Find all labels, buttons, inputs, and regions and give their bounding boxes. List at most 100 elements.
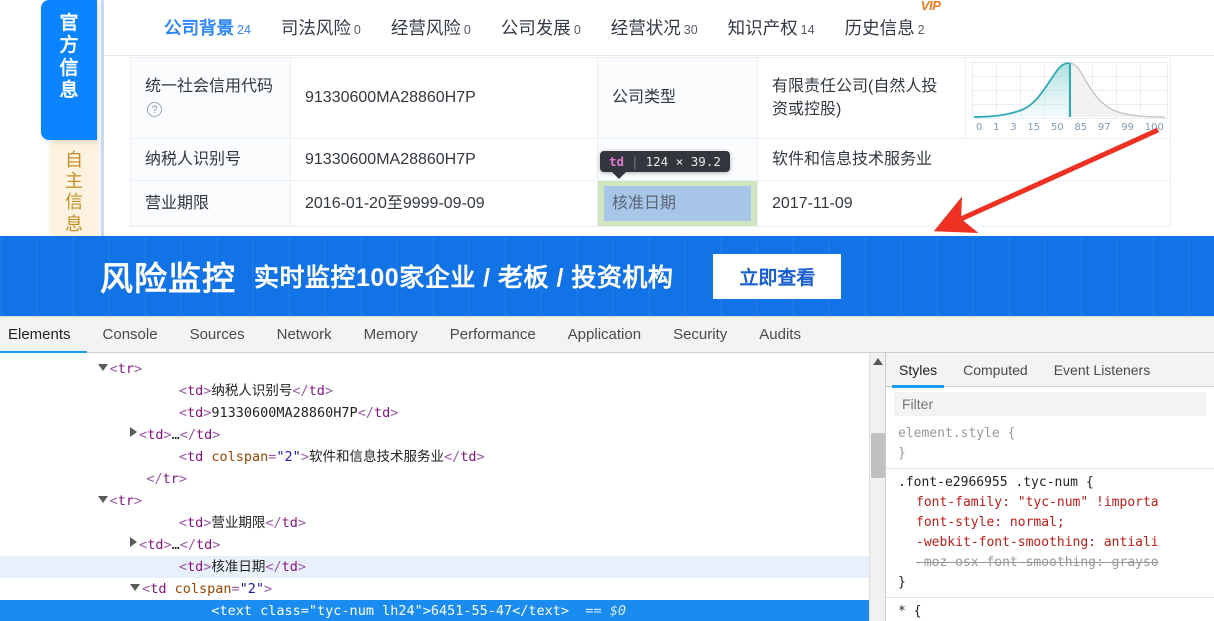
css-rule-block[interactable]: * { [886,597,1214,621]
help-icon[interactable]: ? [147,102,162,117]
devtools-tab-performance[interactable]: Performance [434,317,552,353]
dom-tree-line[interactable]: <td colspan="2">软件和信息技术服务业</td> [0,446,885,468]
css-rule-block[interactable]: .font-e2966955 .tyc-num { font-family: "t… [886,468,1214,597]
devtools-body: <tr> <td>纳税人识别号</td> <td>91330600MA28860… [0,353,1214,621]
styles-filter-input[interactable] [894,392,1206,416]
dom-token-tag: td [460,449,477,465]
tab-historical-info[interactable]: 历史信息 2 VIP [845,0,941,40]
tab-judicial-risk[interactable]: 司法风险 0 [281,15,361,40]
dom-token-tag: td [186,449,204,465]
scroll-up-arrow-icon[interactable] [873,358,883,365]
dom-token-punct: > [560,603,570,619]
scrollbar-thumb[interactable] [871,433,885,478]
css-selector: * { [898,604,922,619]
css-selector: .font-e2966955 .tyc-num { [898,475,1094,490]
expand-triangle-down-icon[interactable] [97,496,108,503]
styles-tabbar: Styles Computed Event Listeners [886,353,1214,388]
side-tab-self-info[interactable]: 自 主 信 息 [49,140,99,236]
tab-count: 24 [237,23,251,37]
tab-count: 0 [463,23,471,37]
marker-spacer [130,471,146,487]
devtools-tab-application[interactable]: Application [552,317,657,353]
css-rule-close-brace: } [898,446,906,461]
devtools-tab-network[interactable]: Network [261,317,348,353]
dom-tree-line[interactable]: <text class="tyc-num lh24">6451-55-47</t… [0,600,885,621]
dom-token-tag: td [308,383,325,399]
dom-token-punct: </ [179,537,196,553]
expand-triangle-down-icon[interactable] [130,584,141,591]
dom-token-punct: > [300,449,309,465]
dom-tree-line[interactable]: <td>核准日期</td> [0,556,885,578]
tab-company-development[interactable]: 公司发展 0 [501,15,581,40]
css-declaration[interactable]: font-style: normal; [898,513,1214,533]
css-declaration[interactable]: -moz-osx-font-smoothing: grayso [898,553,1214,573]
marker-spacer [195,603,211,619]
dom-token-eq: == $0 [569,603,626,619]
dom-tree-line[interactable]: </tr> [0,468,885,490]
dom-tree-line[interactable]: <td>营业期限</td> [0,512,885,534]
dom-token-txt: 软件和信息技术服务业 [308,449,444,465]
dom-tree-line[interactable]: <tr> [0,358,885,380]
cell-approval-date-label-inspected[interactable]: 核准日期 [597,180,758,228]
side-tab-char: 息 [59,80,79,102]
devtools-tab-security[interactable]: Security [657,317,743,353]
devtools-tab-sources[interactable]: Sources [174,317,261,353]
styles-tab-computed[interactable]: Computed [950,353,1041,387]
expand-triangle-right-icon[interactable] [130,537,138,547]
dom-tree-pane[interactable]: <tr> <td>纳税人识别号</td> <td>91330600MA28860… [0,353,885,621]
side-tab-char: 自 [65,150,83,170]
dom-token-attr: colspan [174,581,232,597]
dom-tree-line[interactable]: <td>…</td> [0,534,885,556]
styles-pane: Styles Computed Event Listeners element.… [885,353,1214,621]
devtools-tab-audits[interactable]: Audits [743,317,817,353]
dom-tree-line[interactable]: <td colspan="2"> [0,578,885,600]
marker-spacer [163,449,179,465]
dom-token-txt: 核准日期 [211,559,266,575]
tooltip-tag-name: td [609,154,625,169]
tab-operation-status[interactable]: 经营状况 30 [611,15,698,40]
devtools-tab-console[interactable]: Console [87,317,174,353]
dom-tree-scrollbar[interactable] [869,353,885,621]
element-inspect-tooltip: td | 124 × 39.2 [600,151,730,179]
styles-tab-event-listeners[interactable]: Event Listeners [1041,353,1164,387]
dom-tree-line[interactable]: <tr> [0,490,885,512]
tab-company-background[interactable]: 公司背景 24 [164,15,251,40]
dom-token-tag: td [281,515,298,531]
cell-taxpayer-id-label: 纳税人识别号 [130,137,291,182]
banner-view-now-button[interactable]: 立即查看 [713,253,842,299]
tab-label: 经营状况 [610,18,681,38]
dom-token-tag: tr [117,361,134,377]
css-rules-list: element.style {} .font-e2966955 .tyc-num … [886,420,1214,621]
dom-tree-line[interactable]: <td>91330600MA28860H7P</td> [0,402,885,424]
tab-label: 司法风险 [280,18,351,38]
devtools-tab-memory[interactable]: Memory [348,317,434,353]
tab-intellectual-property[interactable]: 知识产权 14 [728,15,815,40]
category-tab-strip: 公司背景 24 司法风险 0 经营风险 0 公司发展 0 经营状况 30 知识产… [104,0,1214,56]
tab-count: 0 [573,23,581,37]
css-declaration[interactable]: font-family: "tyc-num" !importa [898,493,1214,513]
dom-token-punct: < [109,493,118,509]
dom-token-punct: < [109,361,118,377]
dom-token-punct: > [297,515,307,531]
bell-curve-svg [972,62,1168,119]
dom-tree-line[interactable]: <td>纳税人识别号</td> [0,380,885,402]
tab-operation-risk[interactable]: 经营风险 0 [391,15,471,40]
dom-tree-line[interactable]: <td>…</td> [0,424,885,446]
dom-token-punct: > [133,361,143,377]
expand-triangle-right-icon[interactable] [130,427,138,437]
dom-token-punct: > [178,471,187,487]
styles-tab-styles[interactable]: Styles [886,353,950,388]
dom-token-tag: td [186,405,204,421]
dom-token-punct: </ [512,603,529,619]
side-tab-official-info[interactable]: 官 方 信 息 [41,0,97,140]
css-declaration[interactable]: -webkit-font-smoothing: antiali [898,533,1214,553]
devtools-tab-elements[interactable]: Elements [0,317,87,354]
expand-triangle-down-icon[interactable] [97,364,108,371]
cell-company-type-label: 公司类型 [597,57,758,139]
css-rule-block[interactable]: element.style {} [886,420,1214,468]
risk-monitor-banner[interactable]: 风险监控 实时监控100家企业 / 老板 / 投资机构 立即查看 [0,236,1214,316]
